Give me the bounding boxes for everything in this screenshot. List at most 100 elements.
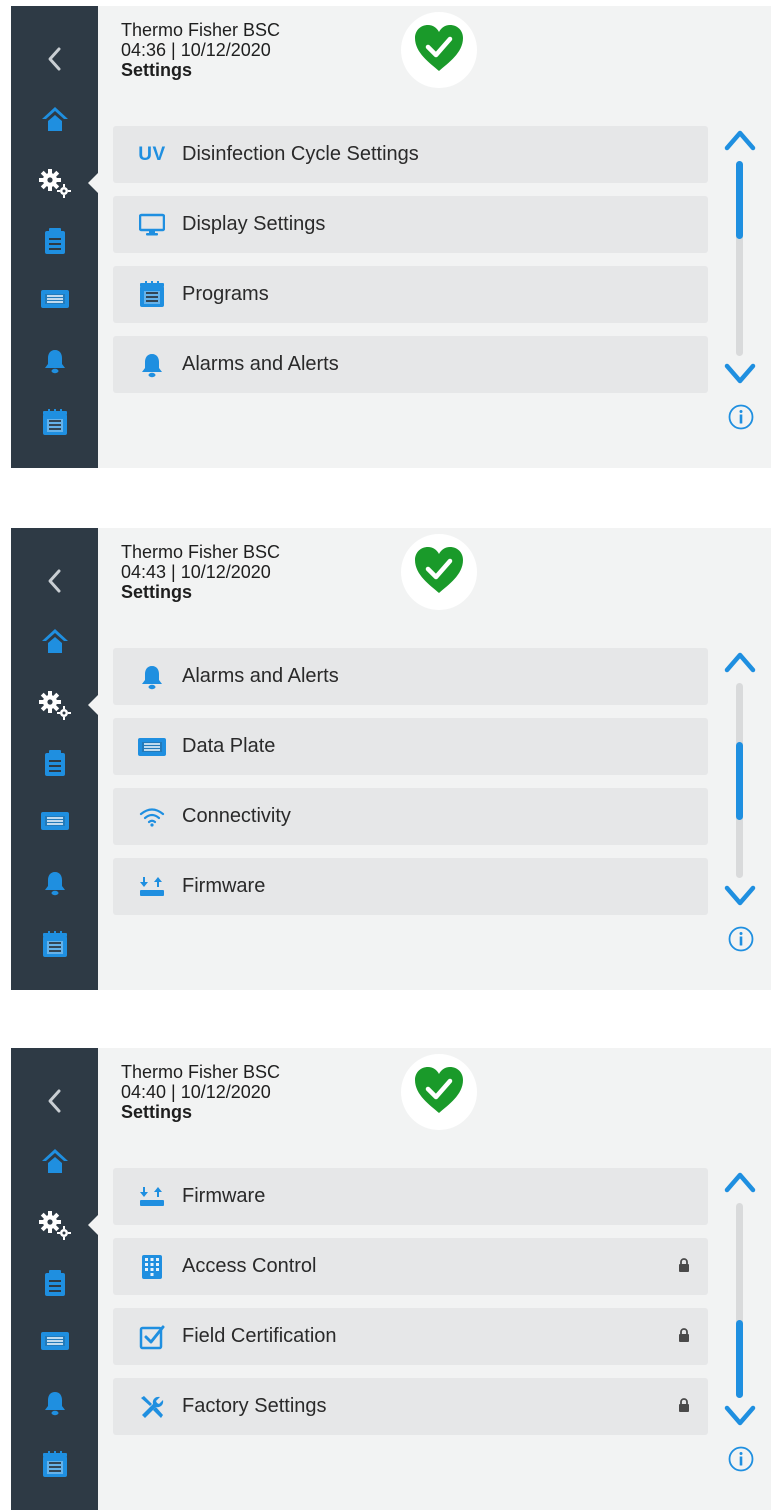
chevron-up-icon	[724, 1172, 756, 1193]
page-title: Settings	[121, 60, 193, 80]
device-name: Thermo Fisher BSC	[121, 542, 281, 562]
gears-icon	[38, 690, 72, 720]
nav-data-plate[interactable]	[11, 796, 98, 846]
nav-data-plate[interactable]	[11, 1316, 98, 1366]
checkbox-icon	[137, 1308, 167, 1365]
nav-home[interactable]	[11, 94, 98, 144]
scroll-down-button[interactable]	[722, 359, 758, 389]
page-title: Settings	[121, 582, 193, 602]
chevron-up-icon	[724, 130, 756, 151]
home-icon	[40, 1147, 70, 1175]
scrollbar-thumb[interactable]	[736, 1320, 743, 1398]
menu-item-alarms-and-alerts[interactable]: Alarms and Alerts	[113, 648, 708, 705]
menu-item-firmware[interactable]: Firmware	[113, 858, 708, 915]
clipboard-icon	[44, 227, 66, 255]
menu-item-label: Connectivity	[182, 805, 291, 827]
menu-item-alarms-and-alerts[interactable]: Alarms and Alerts	[113, 336, 708, 393]
scrollbar-thumb[interactable]	[736, 161, 743, 239]
nav-programs[interactable]	[11, 398, 98, 448]
scroll-up-button[interactable]	[722, 124, 758, 154]
header: Thermo Fisher BSC 04:43 | 10/12/2020 Setti…	[121, 542, 280, 602]
clipboard-icon	[44, 749, 66, 777]
nav-clipboard[interactable]	[11, 1258, 98, 1308]
date-time: 04:40 | 10/12/2020	[121, 1082, 271, 1102]
header: Thermo Fisher BSC 04:40 | 10/12/2020 Setti…	[121, 1062, 280, 1122]
gears-icon	[38, 1210, 72, 1240]
scrollbar[interactable]	[736, 1203, 743, 1398]
lock-icon	[678, 1398, 690, 1417]
menu-item-label: Programs	[182, 283, 269, 305]
chevron-down-icon	[724, 363, 756, 384]
sidebar-nav	[11, 6, 98, 468]
date-time: 04:36 | 10/12/2020	[121, 40, 271, 60]
info-icon	[728, 1446, 754, 1472]
menu-item-firmware[interactable]: Firmware	[113, 1168, 708, 1225]
nav-gears[interactable]	[11, 680, 98, 730]
nav-bell[interactable]	[11, 858, 98, 908]
nav-bell[interactable]	[11, 1378, 98, 1428]
menu-item-connectivity[interactable]: Connectivity	[113, 788, 708, 845]
scroll-up-button[interactable]	[722, 646, 758, 676]
bell-icon	[43, 870, 67, 896]
menu-item-data-plate[interactable]: Data Plate	[113, 718, 708, 775]
uv-label: UV	[138, 143, 166, 165]
status-indicator[interactable]	[401, 534, 477, 610]
menu-item-label: Firmware	[182, 875, 266, 897]
menu-item-access-control[interactable]: Access Control	[113, 1238, 708, 1295]
monitor-icon	[137, 196, 167, 253]
info-button[interactable]	[728, 1446, 754, 1472]
nav-home[interactable]	[11, 1136, 98, 1186]
header: Thermo Fisher BSC 04:36 | 10/12/2020 Setti…	[121, 20, 280, 80]
nav-programs[interactable]	[11, 1440, 98, 1490]
nav-clipboard[interactable]	[11, 216, 98, 266]
data-plate-icon	[137, 718, 167, 775]
menu-item-disinfection-cycle-settings[interactable]: UV Disinfection Cycle Settings	[113, 126, 708, 183]
chevron-down-icon	[724, 885, 756, 906]
back-button[interactable]	[11, 1076, 98, 1126]
sidebar-nav	[11, 528, 98, 990]
chevron-up-icon	[724, 652, 756, 673]
back-icon	[44, 1088, 66, 1114]
menu-item-label: Alarms and Alerts	[182, 353, 339, 375]
scroll-down-button[interactable]	[722, 881, 758, 911]
menu-item-display-settings[interactable]: Display Settings	[113, 196, 708, 253]
sidebar-nav	[11, 1048, 98, 1510]
back-button[interactable]	[11, 556, 98, 606]
menu-item-factory-settings[interactable]: Factory Settings	[113, 1378, 708, 1435]
heart-check-icon	[412, 1065, 466, 1120]
scroll-down-button[interactable]	[722, 1401, 758, 1431]
info-button[interactable]	[728, 404, 754, 430]
device-name: Thermo Fisher BSC	[121, 1062, 281, 1082]
scrollbar-thumb[interactable]	[736, 742, 743, 820]
nav-home[interactable]	[11, 616, 98, 666]
settings-screen: Thermo Fisher BSC 04:43 | 10/12/2020 Setti…	[11, 528, 771, 990]
active-indicator	[88, 695, 98, 715]
firmware-icon	[137, 858, 167, 915]
status-indicator[interactable]	[401, 1054, 477, 1130]
scroll-up-button[interactable]	[722, 1166, 758, 1196]
clipboard-icon	[44, 1269, 66, 1297]
nav-bell[interactable]	[11, 336, 98, 386]
active-indicator	[88, 1215, 98, 1235]
nav-gears[interactable]	[11, 158, 98, 208]
back-button[interactable]	[11, 34, 98, 84]
lock-icon	[678, 1328, 690, 1347]
scrollbar[interactable]	[736, 683, 743, 878]
home-icon	[40, 105, 70, 133]
programs-icon	[41, 409, 69, 437]
menu-item-label: Display Settings	[182, 213, 326, 235]
programs-icon	[41, 1451, 69, 1479]
menu-item-label: Firmware	[182, 1185, 266, 1207]
info-button[interactable]	[728, 926, 754, 952]
nav-data-plate[interactable]	[11, 274, 98, 324]
scrollbar[interactable]	[736, 161, 743, 356]
settings-screen: Thermo Fisher BSC 04:40 | 10/12/2020 Setti…	[11, 1048, 771, 1510]
nav-programs[interactable]	[11, 920, 98, 970]
menu-item-programs[interactable]: Programs	[113, 266, 708, 323]
menu-item-field-certification[interactable]: Field Certification	[113, 1308, 708, 1365]
date-time: 04:43 | 10/12/2020	[121, 562, 271, 582]
nav-clipboard[interactable]	[11, 738, 98, 788]
nav-gears[interactable]	[11, 1200, 98, 1250]
data-plate-icon	[40, 1330, 70, 1352]
status-indicator[interactable]	[401, 12, 477, 88]
